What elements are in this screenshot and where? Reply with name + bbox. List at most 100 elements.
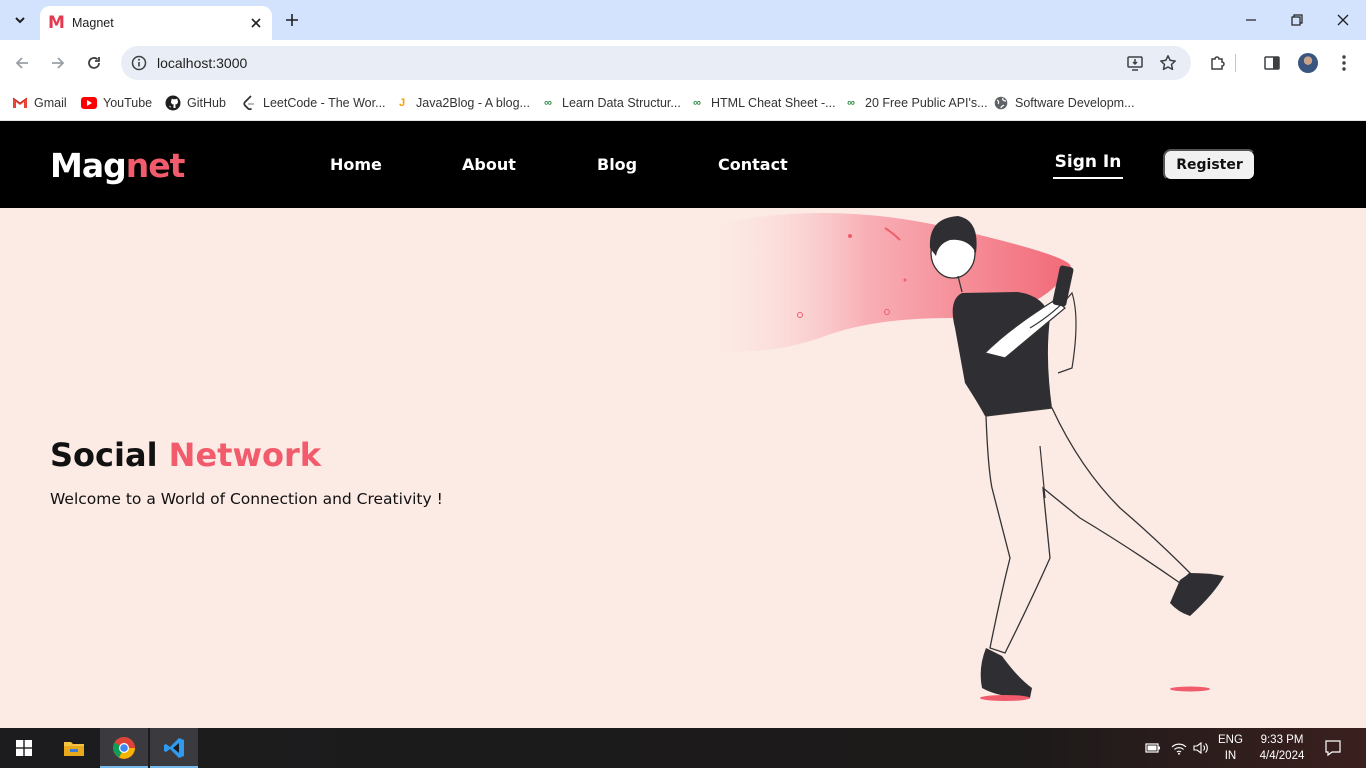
star-icon	[1160, 55, 1176, 71]
leetcode-icon	[241, 95, 257, 111]
close-window-button[interactable]	[1320, 0, 1366, 40]
chrome-icon	[113, 737, 135, 759]
magnet-favicon-icon: M	[48, 13, 65, 33]
tab-title: Magnet	[72, 16, 114, 30]
arrow-right-icon	[52, 57, 65, 69]
vscode-icon	[164, 738, 184, 758]
puzzle-icon	[1211, 56, 1225, 70]
more-vert-icon	[1342, 55, 1346, 71]
info-icon	[131, 55, 147, 71]
extensions-button[interactable]	[1207, 52, 1229, 74]
bookmarks-bar: Gmail YouTube GitHub LeetCode - The Wor.…	[0, 86, 1366, 121]
wifi-icon[interactable]	[1170, 740, 1188, 756]
hero-title-primary: Social	[50, 436, 158, 474]
folder-icon	[64, 742, 84, 756]
site-navbar: Magnet Home About Blog Contact Sign In R…	[0, 121, 1366, 208]
geeksforgeeks-icon: ∞	[847, 97, 855, 109]
bookmark-gmail[interactable]: Gmail	[12, 93, 67, 113]
minimize-window-button[interactable]	[1228, 0, 1274, 40]
geeksforgeeks-icon: ∞	[544, 97, 552, 109]
restore-window-button[interactable]	[1274, 0, 1320, 40]
toolbar-divider	[1234, 52, 1236, 74]
arrow-left-icon	[15, 57, 28, 69]
profile-avatar[interactable]	[1298, 53, 1318, 73]
file-explorer-button[interactable]	[50, 728, 98, 768]
clock-time: 9:33 PM	[1260, 734, 1304, 746]
input-language-indicator[interactable]: ENG IN	[1218, 732, 1243, 764]
site-info-button[interactable]	[129, 53, 149, 73]
hero-section: Social Network Welcome to a World of Con…	[0, 208, 1366, 728]
taskbar-clock[interactable]: 9:33 PM 4/4/2024	[1252, 732, 1312, 764]
browser-toolbar: localhost:3000	[0, 40, 1366, 86]
bookmark-label: HTML Cheat Sheet -...	[711, 96, 836, 110]
hero-title-accent: Network	[168, 436, 322, 474]
bookmark-free-public-apis[interactable]: ∞ 20 Free Public API's...	[843, 93, 988, 113]
bookmark-label: Gmail	[34, 96, 67, 110]
volume-icon[interactable]	[1192, 740, 1210, 756]
bookmark-label: GitHub	[187, 96, 226, 110]
bookmark-label: YouTube	[103, 96, 153, 110]
bookmark-label: Learn Data Structur...	[562, 96, 681, 110]
nav-blog-link[interactable]: Blog	[597, 155, 637, 174]
back-button[interactable]	[11, 52, 33, 74]
windows-taskbar: ENG IN 9:33 PM 4/4/2024	[0, 728, 1366, 768]
url-text: localhost:3000	[157, 55, 248, 71]
site-logo[interactable]: Magnet	[50, 146, 186, 185]
bookmark-software-development[interactable]: Software Developm...	[993, 93, 1135, 113]
bookmark-leetcode[interactable]: LeetCode - The Wor...	[241, 93, 386, 113]
new-tab-button[interactable]	[282, 10, 302, 30]
hero-subtitle: Welcome to a World of Connection and Cre…	[50, 490, 443, 508]
reload-button[interactable]	[83, 52, 105, 74]
java2blog-icon: J	[398, 97, 406, 109]
tab-search-button[interactable]	[8, 8, 32, 32]
gmail-icon	[12, 95, 28, 111]
close-icon	[251, 18, 261, 28]
bookmark-label: LeetCode - The Wor...	[263, 96, 386, 110]
bookmark-learn-data-structures[interactable]: ∞ Learn Data Structur...	[540, 93, 681, 113]
browser-tabstrip: M Magnet	[0, 0, 1366, 40]
bookmark-youtube[interactable]: YouTube	[81, 93, 152, 113]
logo-text-primary: Mag	[50, 146, 127, 185]
hero-title: Social Network	[50, 436, 321, 474]
close-tab-button[interactable]	[246, 13, 266, 33]
reload-icon	[88, 57, 100, 69]
battery-icon[interactable]	[1144, 740, 1162, 756]
start-button[interactable]	[0, 728, 48, 768]
sign-in-link[interactable]: Sign In	[1053, 151, 1123, 179]
bookmark-java2blog[interactable]: J Java2Blog - A blog...	[394, 93, 530, 113]
forward-button[interactable]	[47, 52, 69, 74]
region-code: IN	[1224, 750, 1237, 762]
browser-menu-button[interactable]	[1333, 52, 1355, 74]
nav-about-link[interactable]: About	[462, 155, 516, 174]
restore-icon	[1291, 14, 1303, 26]
side-panel-icon	[1264, 56, 1280, 70]
bookmark-github[interactable]: GitHub	[165, 93, 226, 113]
windows-logo-icon	[16, 740, 32, 756]
nav-contact-link[interactable]: Contact	[718, 155, 788, 174]
register-button[interactable]: Register	[1163, 149, 1256, 181]
logo-text-accent: net	[125, 146, 186, 185]
bookmark-label: Java2Blog - A blog...	[416, 96, 530, 110]
bookmark-html-cheat-sheet[interactable]: ∞ HTML Cheat Sheet -...	[689, 93, 836, 113]
bookmark-label: 20 Free Public API's...	[865, 96, 988, 110]
chrome-taskbar-button[interactable]	[100, 728, 148, 768]
youtube-icon	[81, 95, 97, 111]
nav-home-link[interactable]: Home	[330, 155, 382, 174]
language-code: ENG	[1218, 734, 1243, 746]
bookmark-label: Software Developm...	[1015, 96, 1135, 110]
install-app-button[interactable]	[1125, 53, 1145, 73]
vscode-taskbar-button[interactable]	[150, 728, 198, 768]
address-bar[interactable]: localhost:3000	[121, 46, 1191, 80]
side-panel-button[interactable]	[1261, 52, 1283, 74]
close-icon	[1337, 14, 1349, 26]
bookmark-star-button[interactable]	[1158, 53, 1178, 73]
minimize-icon	[1246, 19, 1256, 21]
walking-man-phone-illustration	[700, 213, 1224, 701]
notification-icon	[1325, 740, 1341, 757]
browser-tab-active[interactable]: M Magnet	[40, 6, 272, 40]
globe-icon	[993, 95, 1009, 111]
chevron-down-icon	[15, 17, 25, 24]
plus-icon	[286, 14, 298, 26]
install-icon	[1127, 56, 1143, 71]
notifications-button[interactable]	[1322, 738, 1344, 758]
